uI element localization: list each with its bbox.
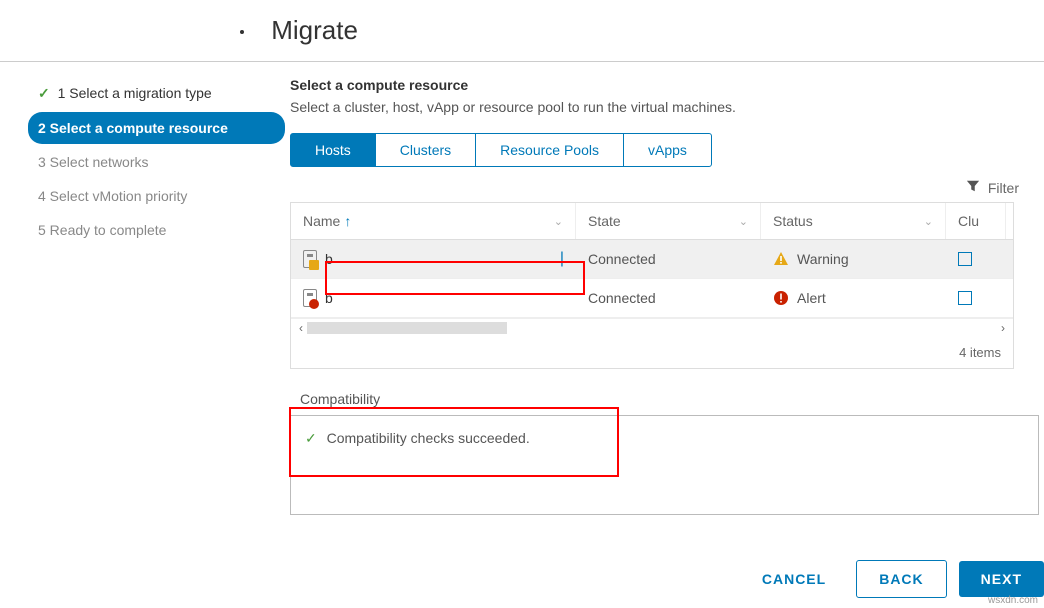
tab-hosts[interactable]: Hosts xyxy=(291,134,376,166)
wizard-steps: ✓ 1 Select a migration type 2 Select a c… xyxy=(0,77,290,515)
row-name: b xyxy=(325,290,333,306)
tab-vapps[interactable]: vApps xyxy=(624,134,711,166)
check-icon: ✓ xyxy=(38,85,50,101)
wizard-footer: CANCEL BACK NEXT xyxy=(744,560,1044,598)
step-label: 2 Select a compute resource xyxy=(38,120,228,136)
title-text: Migrate xyxy=(271,15,358,45)
resource-tabs: Hosts Clusters Resource Pools vApps xyxy=(290,133,712,167)
step-3[interactable]: 3 Select networks xyxy=(28,146,285,178)
next-button[interactable]: NEXT xyxy=(959,561,1044,597)
compatibility-message: Compatibility checks succeeded. xyxy=(327,430,530,446)
scroll-left-icon[interactable]: ‹ xyxy=(295,321,307,335)
scroll-thumb[interactable] xyxy=(307,322,507,334)
item-count: 4 items xyxy=(291,337,1013,368)
filter-bar: Filter xyxy=(290,179,1039,196)
row-name: b xyxy=(325,251,333,267)
row-state: Connected xyxy=(576,279,761,317)
row-state: Connected xyxy=(576,240,761,278)
content-heading: Select a compute resource xyxy=(290,77,1039,93)
back-button[interactable]: BACK xyxy=(856,560,946,598)
horizontal-scrollbar[interactable]: ‹ › xyxy=(291,318,1013,337)
host-icon xyxy=(303,250,317,268)
step-label: 5 Ready to complete xyxy=(38,222,166,238)
dot-icon xyxy=(240,30,244,34)
step-2[interactable]: 2 Select a compute resource xyxy=(28,112,285,144)
step-1[interactable]: ✓ 1 Select a migration type xyxy=(28,77,285,110)
text-cursor: | xyxy=(560,250,564,268)
table-row[interactable]: b Connected Alert xyxy=(291,279,1013,318)
cancel-button[interactable]: CANCEL xyxy=(744,561,844,597)
col-status[interactable]: Status ⌄ xyxy=(761,203,946,239)
step-label: 3 Select networks xyxy=(38,154,149,170)
compatibility-section: Compatibility ✓ Compatibility checks suc… xyxy=(290,387,1039,515)
col-cluster[interactable]: Clu xyxy=(946,203,1006,239)
chevron-down-icon[interactable]: ⌄ xyxy=(739,215,748,228)
compatibility-title: Compatibility xyxy=(290,387,1039,415)
chevron-down-icon[interactable]: ⌄ xyxy=(554,215,563,228)
step-5[interactable]: 5 Ready to complete xyxy=(28,214,285,246)
filter-label[interactable]: Filter xyxy=(988,180,1019,196)
tab-clusters[interactable]: Clusters xyxy=(376,134,476,166)
host-icon xyxy=(303,289,317,307)
step-4[interactable]: 4 Select vMotion priority xyxy=(28,180,285,212)
row-status: Warning xyxy=(797,251,849,267)
scroll-right-icon[interactable]: › xyxy=(997,321,1009,335)
compatibility-result: ✓ Compatibility checks succeeded. xyxy=(290,415,1039,515)
filter-icon[interactable] xyxy=(966,179,980,196)
sort-asc-icon: ↑ xyxy=(344,213,351,229)
col-state[interactable]: State ⌄ xyxy=(576,203,761,239)
chevron-down-icon[interactable]: ⌄ xyxy=(924,215,933,228)
page-title: Migrate xyxy=(0,0,1044,62)
cluster-icon xyxy=(958,252,972,266)
col-name[interactable]: Name↑ ⌄ xyxy=(291,203,576,239)
cluster-icon xyxy=(958,291,972,305)
watermark: wsxdn.com xyxy=(988,595,1038,606)
row-status: Alert xyxy=(797,290,826,306)
step-label: 4 Select vMotion priority xyxy=(38,188,187,204)
tab-resource-pools[interactable]: Resource Pools xyxy=(476,134,624,166)
table-row[interactable]: b | Connected Warning xyxy=(291,240,1013,279)
check-icon: ✓ xyxy=(305,430,317,446)
table-header: Name↑ ⌄ State ⌄ Status ⌄ Clu xyxy=(291,203,1013,240)
warning-icon xyxy=(773,251,789,267)
hosts-table: Name↑ ⌄ State ⌄ Status ⌄ Clu xyxy=(290,202,1014,369)
content-description: Select a cluster, host, vApp or resource… xyxy=(290,99,1039,115)
step-label: 1 Select a migration type xyxy=(58,85,212,101)
alert-icon xyxy=(773,290,789,306)
